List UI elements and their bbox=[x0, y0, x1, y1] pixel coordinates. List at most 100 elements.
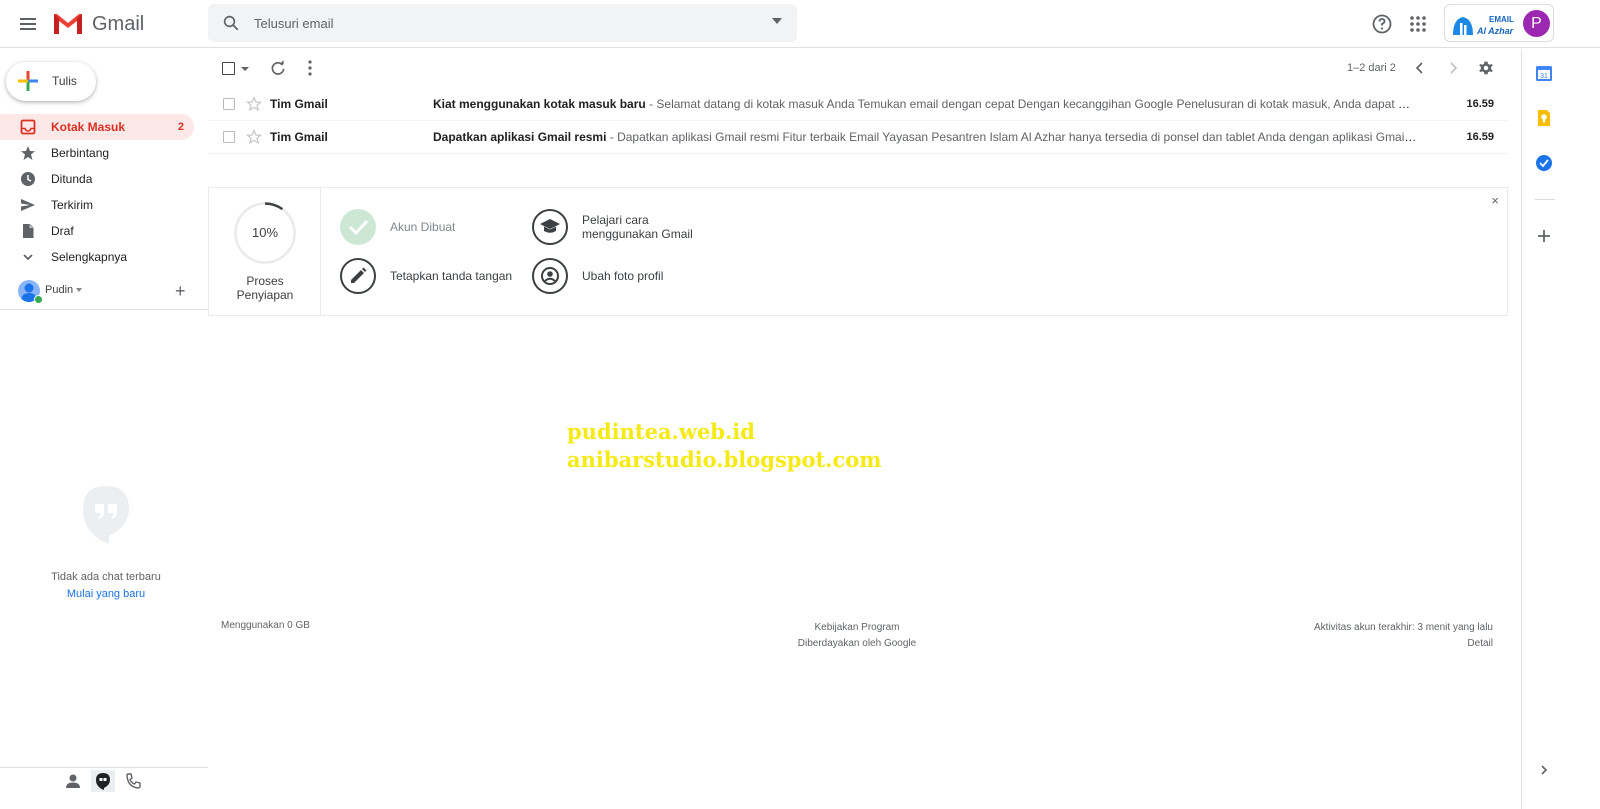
sidebar-item-label: Ditunda bbox=[51, 172, 93, 186]
sidebar-item-snoozed[interactable]: Ditunda bbox=[0, 166, 208, 192]
powered-by-text: Diberdayakan oleh Google bbox=[797, 638, 917, 649]
account-switcher[interactable]: EMAIL Al Azhar P bbox=[1444, 4, 1554, 42]
email-toolbar: 1–2 dari 2 bbox=[208, 49, 1508, 87]
search-input[interactable] bbox=[254, 13, 734, 33]
task-set-signature[interactable]: Tetapkan tanda tangan bbox=[340, 258, 512, 294]
hangouts-tabs bbox=[0, 767, 208, 793]
email-row[interactable]: Tim Gmail Kiat menggunakan kotak masuk b… bbox=[208, 88, 1508, 121]
svg-text:EMAIL: EMAIL bbox=[1489, 15, 1514, 24]
email-select-checkbox[interactable] bbox=[223, 98, 235, 110]
tasks-icon[interactable] bbox=[1535, 154, 1553, 172]
storage-usage: Menggunakan 0 GB bbox=[221, 620, 310, 631]
last-activity-text: Aktivitas akun terakhir: 3 menit yang la… bbox=[1314, 622, 1493, 633]
search-bar[interactable] bbox=[208, 4, 797, 42]
email-row[interactable]: Tim Gmail Dapatkan aplikasi Gmail resmi … bbox=[208, 121, 1508, 154]
star-toggle-icon[interactable] bbox=[246, 129, 262, 145]
sidebar-item-more[interactable]: Selengkapnya bbox=[0, 244, 208, 270]
star-toggle-icon[interactable] bbox=[246, 96, 262, 112]
app-name: Gmail bbox=[92, 12, 145, 35]
email-time: 16.59 bbox=[1466, 131, 1494, 143]
email-content: Kiat menggunakan kotak masuk baru - Sela… bbox=[433, 97, 1418, 111]
task-label: Ubah foto profil bbox=[582, 269, 664, 283]
apps-grid-icon[interactable] bbox=[1406, 12, 1430, 36]
email-subject: Dapatkan aplikasi Gmail resmi bbox=[433, 130, 607, 144]
send-icon bbox=[21, 199, 35, 211]
app-header: Gmail EMAIL Al Azhar P bbox=[0, 0, 1600, 48]
setup-progress-section: 10% Proses Penyiapan bbox=[209, 188, 321, 315]
draft-icon bbox=[23, 224, 34, 238]
chat-empty-message: Tidak ada chat terbaru bbox=[51, 571, 161, 583]
chevron-right-icon[interactable] bbox=[1446, 61, 1460, 75]
compose-button[interactable]: Tulis bbox=[6, 62, 96, 101]
sidebar-item-starred[interactable]: Berbintang bbox=[0, 140, 208, 166]
search-options-caret-icon[interactable] bbox=[771, 15, 783, 27]
svg-text:31: 31 bbox=[1540, 73, 1548, 80]
help-icon[interactable] bbox=[1370, 12, 1394, 36]
search-icon[interactable] bbox=[222, 14, 240, 32]
task-label: Pelajari cara menggunakan Gmail bbox=[582, 213, 693, 241]
sidebar-item-inbox[interactable]: Kotak Masuk 2 bbox=[0, 114, 194, 140]
gmail-logo[interactable]: Gmail bbox=[52, 10, 144, 38]
svg-text:Al Azhar: Al Azhar bbox=[1476, 26, 1514, 36]
select-caret-icon[interactable] bbox=[241, 66, 249, 72]
email-content: Dapatkan aplikasi Gmail resmi - Dapatkan… bbox=[433, 130, 1418, 144]
email-snippet: - Selamat datang di kotak masuk Anda Tem… bbox=[645, 97, 1418, 111]
task-label: Akun Dibuat bbox=[390, 220, 456, 234]
details-link[interactable]: Detail bbox=[1200, 636, 1493, 652]
gear-icon[interactable] bbox=[1477, 59, 1495, 77]
more-options-icon[interactable] bbox=[306, 59, 314, 77]
task-learn-gmail[interactable]: Pelajari cara menggunakan Gmail bbox=[532, 209, 693, 245]
close-icon[interactable]: × bbox=[1491, 193, 1499, 208]
pencil-icon bbox=[340, 258, 376, 294]
sidebar-item-label: Berbintang bbox=[51, 146, 110, 160]
sidebar-nav: Kotak Masuk 2 Berbintang Ditunda Terkiri… bbox=[0, 114, 208, 270]
sidebar-item-label: Kotak Masuk bbox=[51, 120, 126, 134]
user-menu-caret-icon[interactable] bbox=[76, 288, 82, 292]
side-panel: 31 bbox=[1521, 49, 1567, 809]
setup-progress-label: Proses Penyiapan bbox=[236, 274, 294, 302]
chat-empty-state: Tidak ada chat terbaru Mulai yang baru bbox=[0, 484, 212, 600]
email-select-checkbox[interactable] bbox=[223, 131, 235, 143]
compose-label: Tulis bbox=[52, 74, 77, 88]
task-change-photo[interactable]: Ubah foto profil bbox=[532, 258, 663, 294]
task-account-created[interactable]: Akun Dibuat bbox=[340, 209, 455, 245]
chevron-left-icon[interactable] bbox=[1413, 61, 1427, 75]
unread-count-badge: 2 bbox=[177, 121, 184, 133]
email-sender: Tim Gmail bbox=[270, 130, 328, 144]
profile-photo-icon bbox=[532, 258, 568, 294]
hangouts-user-name[interactable]: Pudin bbox=[45, 284, 73, 296]
sidebar-item-sent[interactable]: Terkirim bbox=[0, 192, 208, 218]
expand-panel-chevron-icon[interactable] bbox=[1535, 761, 1553, 779]
chevron-down-icon bbox=[23, 254, 33, 261]
phone-tab-icon[interactable] bbox=[121, 770, 145, 792]
al-azhar-logo: EMAIL Al Azhar bbox=[1453, 15, 1514, 36]
footer-activity: Aktivitas akun terakhir: 3 menit yang la… bbox=[1200, 620, 1493, 652]
graduation-cap-icon bbox=[532, 209, 568, 245]
account-avatar[interactable]: P bbox=[1523, 10, 1550, 37]
compose-plus-icon bbox=[18, 71, 38, 91]
email-subject: Kiat menggunakan kotak masuk baru bbox=[433, 97, 646, 111]
start-new-chat-link[interactable]: Mulai yang baru bbox=[0, 588, 212, 600]
new-chat-plus-icon[interactable]: + bbox=[175, 281, 186, 301]
sidebar-item-drafts[interactable]: Draf bbox=[0, 218, 208, 244]
refresh-icon[interactable] bbox=[269, 59, 287, 77]
email-sender: Tim Gmail bbox=[270, 97, 328, 111]
main-menu-button[interactable] bbox=[16, 12, 40, 36]
email-list: Tim Gmail Kiat menggunakan kotak masuk b… bbox=[208, 88, 1508, 154]
sidebar-item-label: Draf bbox=[51, 224, 74, 238]
footer-center: Kebijakan Program Diberdayakan oleh Goog… bbox=[757, 620, 957, 652]
inbox-icon bbox=[20, 119, 36, 135]
sidebar-item-label: Terkirim bbox=[51, 198, 93, 212]
contacts-tab-icon[interactable] bbox=[61, 770, 85, 792]
setup-progress-card: 10% Proses Penyiapan Akun Dibuat Pelajar… bbox=[208, 187, 1508, 316]
program-policy-link[interactable]: Kebijakan Program bbox=[757, 620, 957, 636]
email-snippet: - Dapatkan aplikasi Gmail resmi Fitur te… bbox=[606, 130, 1418, 144]
hangouts-tab-icon[interactable] bbox=[91, 770, 115, 792]
watermark-text: pudintea.web.id anibarstudio.blogspot.co… bbox=[567, 419, 882, 472]
gmail-m-icon bbox=[54, 14, 82, 34]
add-addon-plus-icon[interactable] bbox=[1535, 227, 1553, 245]
email-time: 16.59 bbox=[1466, 98, 1494, 110]
keep-notes-icon[interactable] bbox=[1535, 109, 1553, 127]
calendar-icon[interactable]: 31 bbox=[1535, 64, 1553, 82]
select-all-checkbox[interactable] bbox=[222, 62, 235, 75]
